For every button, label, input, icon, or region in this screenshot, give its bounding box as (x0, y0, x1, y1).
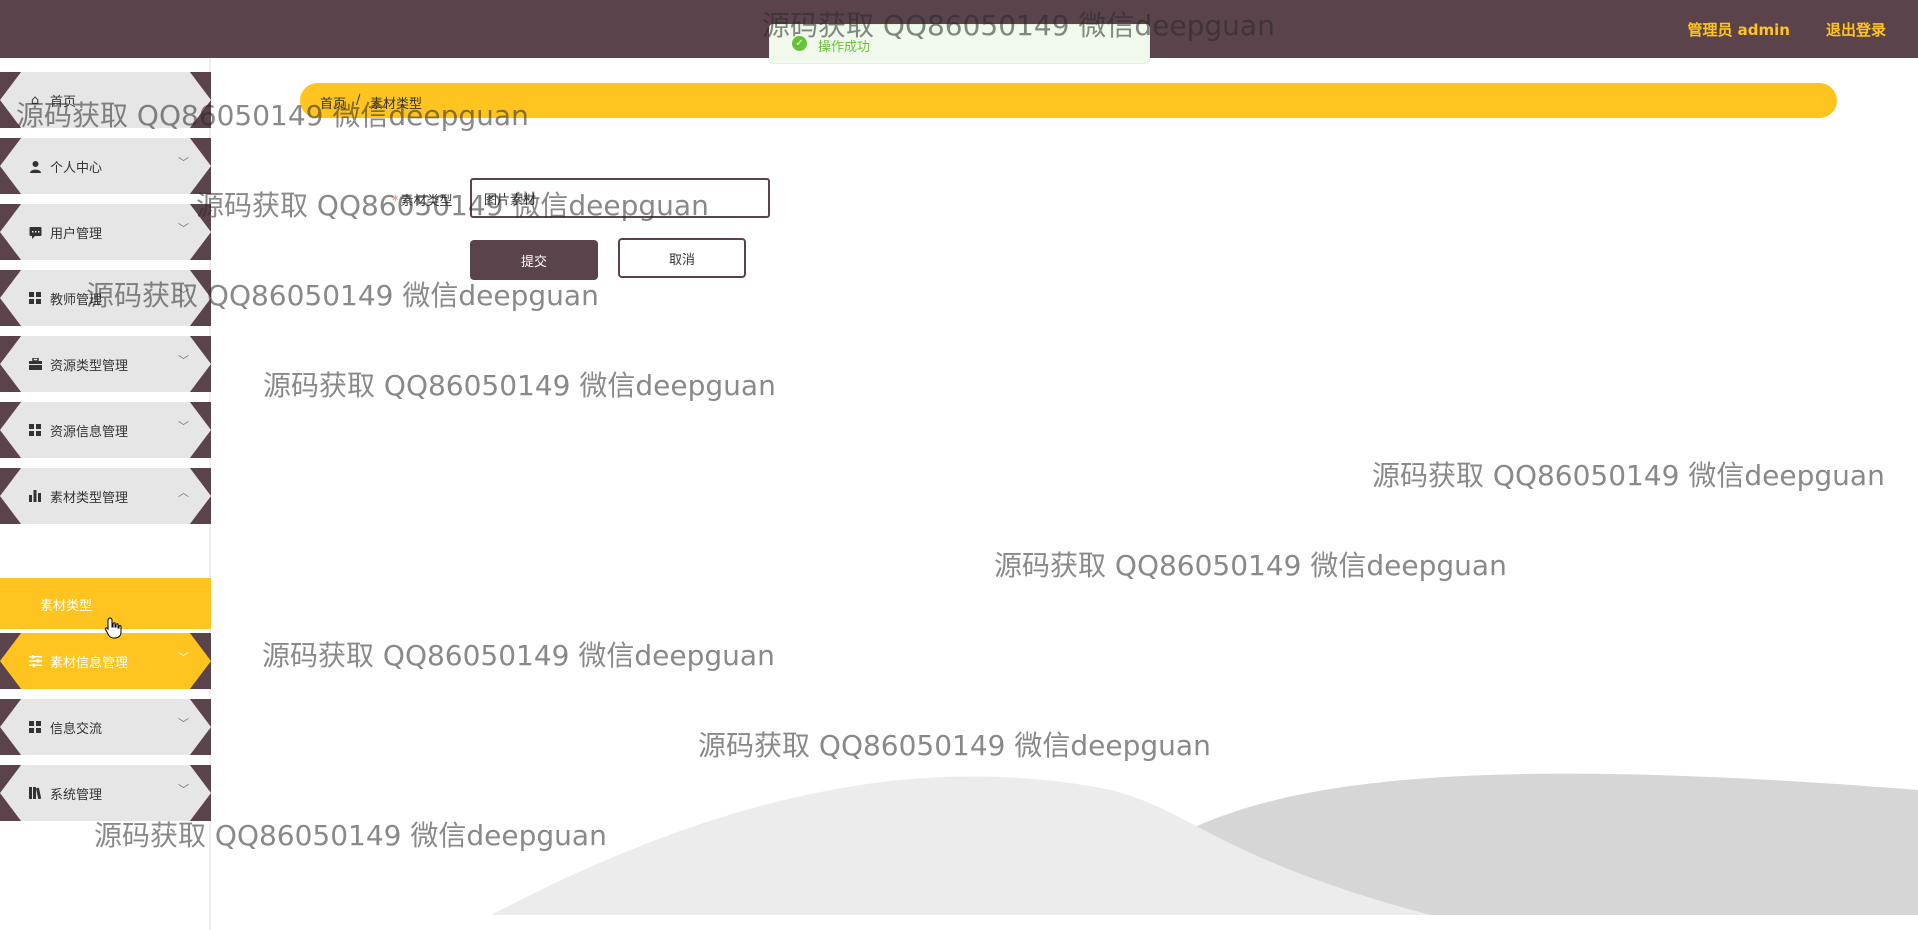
chevron-down-icon: ﹀ (178, 651, 189, 664)
sliders-icon (27, 653, 43, 669)
toast-message: 操作成功 (818, 40, 871, 55)
grid-icon (27, 422, 43, 438)
sidebar-item-label: 资源类型管理 (50, 359, 129, 374)
grid-icon (27, 290, 43, 306)
submit-button[interactable]: 提交 (470, 240, 598, 280)
sidebar-item-info-exchange[interactable]: 信息交流 ﹀ (0, 699, 211, 755)
sidebar-item-resource-info-management[interactable]: 资源信息管理 ﹀ (0, 402, 211, 458)
material-type-label: * 素材类型 (392, 194, 453, 209)
sidebar-item-teacher-management[interactable]: 教师管理 ﹀ (0, 270, 211, 326)
watermark-text: 源码获取 QQ86050149 微信deepguan (1372, 459, 1885, 492)
sidebar-item-label: 用户管理 (50, 227, 103, 242)
briefcase-icon (27, 356, 43, 372)
sidebar-item-label: 素材信息管理 (50, 656, 129, 671)
library-icon (27, 785, 43, 801)
watermark-text: 源码获取 QQ86050149 微信deepguan (698, 729, 1211, 762)
admin-user-label: 管理员 admin (1687, 21, 1790, 39)
sidebar-item-personal-center[interactable]: 个人中心 ﹀ (0, 138, 211, 194)
watermark-text: 源码获取 QQ86050149 微信deepguan (994, 549, 1507, 582)
sidebar-item-system-management[interactable]: 系统管理 ﹀ (0, 765, 211, 821)
sidebar-item-material-info-management[interactable]: 素材信息管理 ﹀ (0, 633, 211, 689)
home-icon: ⌂ (30, 92, 40, 108)
sidebar-item-material-type-management[interactable]: 素材类型管理 ︿ (0, 468, 211, 524)
material-type-input[interactable] (470, 178, 770, 218)
breadcrumb: 首页 / 素材类型 (300, 83, 1837, 118)
bar-chart-icon (27, 488, 43, 504)
sidebar-item-label: 信息交流 (50, 722, 103, 737)
sidebar-item-label: 首页 (50, 95, 77, 110)
sidebar-item-user-management[interactable]: 用户管理 ﹀ (0, 204, 211, 260)
sidebar-item-label: 教师管理 (50, 293, 103, 308)
success-toast: ✓ 操作成功 (769, 24, 1150, 64)
sidebar-item-label: 素材类型管理 (50, 491, 129, 506)
sidebar-subitem-label: 素材类型 (40, 599, 93, 614)
chevron-down-icon: ﹀ (178, 420, 189, 433)
user-icon (27, 158, 43, 174)
breadcrumb-current: 素材类型 (370, 97, 423, 112)
breadcrumb-separator: / (356, 93, 361, 108)
chevron-up-icon: ︿ (178, 486, 189, 499)
sidebar: ⌂ 首页 个人中心 ﹀ 用户管理 ﹀ 教师管理 ﹀ 资源类型管理 ﹀ 资源信息管… (0, 58, 211, 930)
check-circle-icon: ✓ (792, 36, 807, 51)
chevron-down-icon: ﹀ (178, 783, 189, 796)
hand-cursor-icon (104, 617, 122, 639)
chevron-down-icon: ﹀ (178, 156, 189, 169)
chevron-down-icon: ﹀ (178, 717, 189, 730)
sidebar-item-label: 资源信息管理 (50, 425, 129, 440)
chevron-down-icon: ﹀ (178, 288, 189, 301)
cancel-button[interactable]: 取消 (618, 238, 746, 278)
decorative-hills (491, 773, 1918, 915)
logout-button[interactable]: 退出登录 (1826, 19, 1886, 40)
grid-icon (27, 719, 43, 735)
chevron-down-icon: ﹀ (178, 354, 189, 367)
sidebar-item-label: 个人中心 (50, 161, 103, 176)
sidebar-item-label: 系统管理 (50, 788, 103, 803)
chevron-down-icon: ﹀ (178, 222, 189, 235)
breadcrumb-home[interactable]: 首页 (320, 93, 346, 112)
sidebar-item-resource-type-management[interactable]: 资源类型管理 ﹀ (0, 336, 211, 392)
chat-icon (27, 224, 43, 240)
watermark-text: 源码获取 QQ86050149 微信deepguan (262, 639, 775, 672)
watermark-text: 源码获取 QQ86050149 微信deepguan (263, 369, 776, 402)
sidebar-item-home[interactable]: ⌂ 首页 (0, 72, 211, 128)
